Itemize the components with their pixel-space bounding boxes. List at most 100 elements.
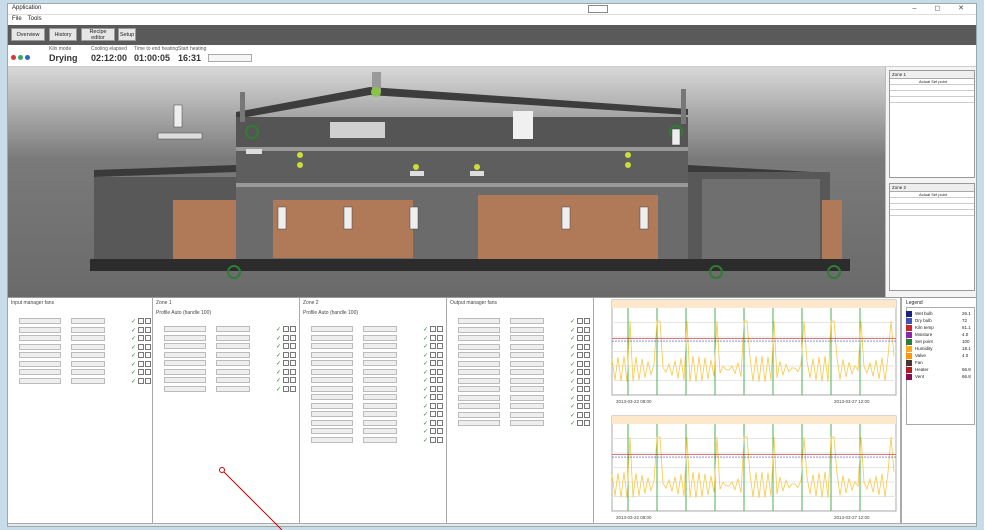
param-value[interactable]: [510, 377, 544, 384]
delete-icon[interactable]: [437, 360, 443, 366]
param-select[interactable]: [19, 377, 61, 384]
delete-icon[interactable]: [145, 352, 151, 358]
delete-icon[interactable]: [437, 385, 443, 392]
delete-icon[interactable]: [290, 377, 296, 383]
edit-icon[interactable]: [138, 377, 144, 384]
param-select[interactable]: [311, 351, 353, 358]
param-select[interactable]: [458, 352, 500, 358]
overview-button[interactable]: Overview: [11, 28, 45, 41]
edit-icon[interactable]: [430, 343, 436, 349]
param-value[interactable]: [363, 351, 397, 358]
delete-icon[interactable]: [290, 334, 296, 341]
param-select[interactable]: [458, 411, 500, 418]
edit-icon[interactable]: [577, 420, 583, 426]
delete-icon[interactable]: [584, 394, 590, 401]
legend-item[interactable]: Dry bulb 72: [906, 318, 974, 324]
edit-icon[interactable]: [577, 377, 583, 384]
param-value[interactable]: [510, 335, 544, 341]
delete-icon[interactable]: [145, 360, 151, 367]
edit-icon[interactable]: [577, 403, 583, 409]
param-select[interactable]: [19, 369, 61, 375]
param-select[interactable]: [311, 377, 353, 383]
param-select[interactable]: [164, 351, 206, 358]
delete-icon[interactable]: [584, 360, 590, 367]
param-select[interactable]: [311, 411, 353, 417]
delete-icon[interactable]: [437, 436, 443, 443]
delete-icon[interactable]: [584, 352, 590, 358]
param-value[interactable]: [510, 343, 544, 350]
param-value[interactable]: [363, 377, 397, 383]
mode-selector[interactable]: [208, 54, 252, 62]
param-value[interactable]: [363, 334, 397, 341]
param-select[interactable]: [164, 343, 206, 349]
param-select[interactable]: [311, 394, 353, 400]
edit-icon[interactable]: [430, 385, 436, 392]
delete-icon[interactable]: [145, 318, 151, 324]
edit-icon[interactable]: [577, 369, 583, 375]
edit-icon[interactable]: [430, 428, 436, 434]
delete-icon[interactable]: [290, 343, 296, 349]
edit-icon[interactable]: [283, 385, 289, 392]
param-value[interactable]: [363, 402, 397, 409]
edit-icon[interactable]: [577, 352, 583, 358]
param-value[interactable]: [71, 360, 105, 367]
delete-icon[interactable]: [437, 334, 443, 341]
param-select[interactable]: [311, 385, 353, 392]
param-select[interactable]: [19, 318, 61, 324]
edit-icon[interactable]: [430, 368, 436, 375]
delete-icon[interactable]: [290, 368, 296, 375]
edit-icon[interactable]: [283, 326, 289, 332]
edit-icon[interactable]: [430, 436, 436, 443]
param-value[interactable]: [71, 352, 105, 358]
param-select[interactable]: [311, 360, 353, 366]
param-select[interactable]: [164, 334, 206, 341]
edit-icon[interactable]: [577, 335, 583, 341]
setup-button[interactable]: Setup: [118, 28, 136, 41]
edit-icon[interactable]: [577, 394, 583, 401]
param-value[interactable]: [71, 326, 105, 333]
param-select[interactable]: [164, 360, 206, 366]
param-value[interactable]: [510, 326, 544, 333]
delete-icon[interactable]: [584, 318, 590, 324]
delete-icon[interactable]: [584, 403, 590, 409]
edit-icon[interactable]: [138, 326, 144, 333]
legend-item[interactable]: Set point 100: [906, 339, 974, 345]
edit-icon[interactable]: [577, 318, 583, 324]
legend-item[interactable]: Vent 66.8: [906, 374, 974, 380]
edit-icon[interactable]: [577, 386, 583, 392]
param-select[interactable]: [311, 343, 353, 349]
param-select[interactable]: [311, 368, 353, 375]
param-value[interactable]: [363, 326, 397, 332]
param-select[interactable]: [458, 377, 500, 384]
delete-icon[interactable]: [437, 351, 443, 358]
legend-item[interactable]: Wet bulb 26.1: [906, 311, 974, 317]
param-select[interactable]: [311, 436, 353, 443]
menu-tools[interactable]: Tools: [28, 16, 42, 22]
edit-icon[interactable]: [283, 343, 289, 349]
legend-item[interactable]: Valve 4.0: [906, 353, 974, 359]
param-value[interactable]: [363, 411, 397, 417]
delete-icon[interactable]: [584, 386, 590, 392]
param-select[interactable]: [311, 334, 353, 341]
param-select[interactable]: [19, 360, 61, 367]
param-value[interactable]: [510, 318, 544, 324]
edit-icon[interactable]: [138, 343, 144, 350]
delete-icon[interactable]: [437, 368, 443, 375]
edit-icon[interactable]: [138, 318, 144, 324]
edit-icon[interactable]: [138, 369, 144, 375]
param-value[interactable]: [71, 369, 105, 375]
param-select[interactable]: [458, 369, 500, 375]
param-value[interactable]: [510, 403, 544, 409]
delete-icon[interactable]: [145, 377, 151, 384]
param-value[interactable]: [363, 368, 397, 375]
param-value[interactable]: [363, 436, 397, 443]
param-select[interactable]: [458, 343, 500, 350]
edit-icon[interactable]: [577, 411, 583, 418]
param-select[interactable]: [458, 386, 500, 392]
edit-icon[interactable]: [138, 335, 144, 341]
param-value[interactable]: [216, 360, 250, 366]
param-select[interactable]: [164, 368, 206, 375]
param-value[interactable]: [363, 360, 397, 366]
param-select[interactable]: [19, 343, 61, 350]
edit-icon[interactable]: [283, 360, 289, 366]
